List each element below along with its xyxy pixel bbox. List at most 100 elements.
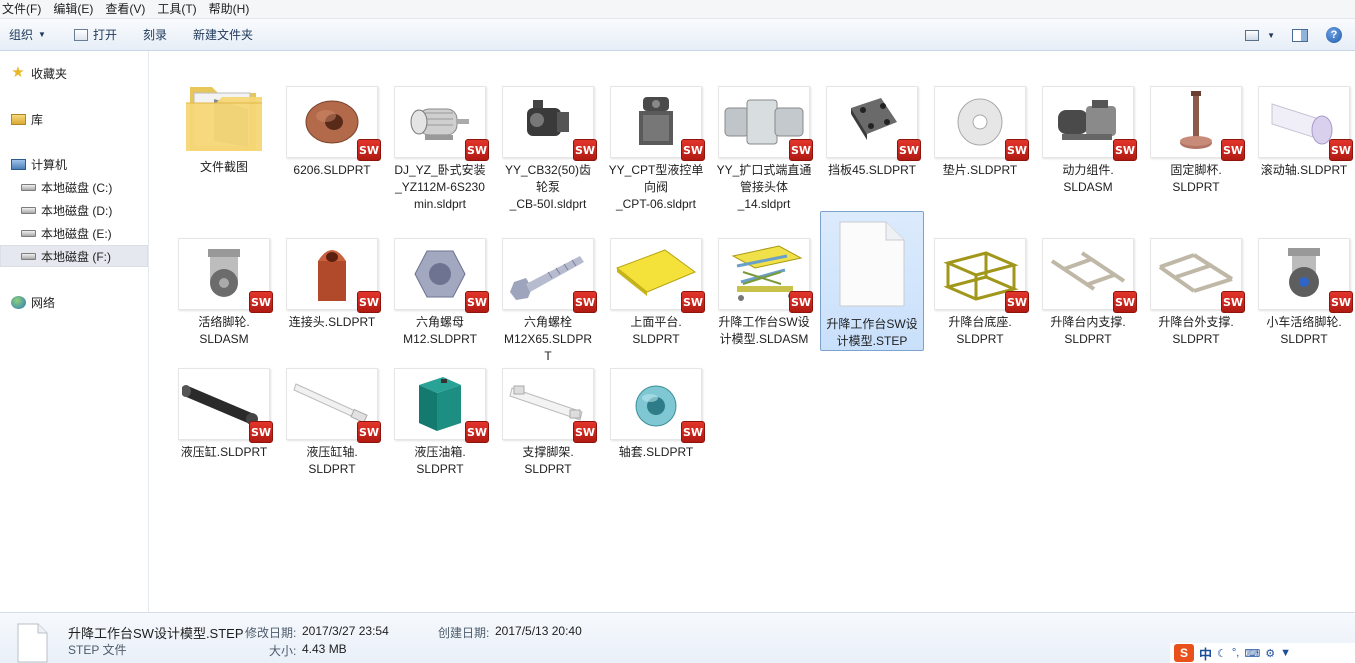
file-item[interactable]: SW YY_扩口式端直通 管接头体 _14.sldprt bbox=[712, 86, 816, 213]
nav-favorites[interactable]: ★ 收藏夹 bbox=[10, 62, 67, 84]
file-name-line: 升降台底座. bbox=[948, 315, 1012, 329]
ime-language[interactable]: 中 bbox=[1199, 644, 1212, 663]
file-item[interactable]: SW 垫片.SLDPRT bbox=[928, 86, 1032, 179]
part-thumbnail-motor: SW bbox=[394, 86, 489, 161]
part-thumbnail-clevis: SW bbox=[286, 238, 381, 313]
organize-button[interactable]: 组织 ▼ bbox=[0, 23, 55, 47]
file-name: 6206.SLDPRT bbox=[280, 162, 384, 179]
file-item[interactable]: SW 支撑脚架. SLDPRT bbox=[496, 368, 600, 478]
part-thumbnail-washer: SW bbox=[934, 86, 1029, 161]
preview-pane-button[interactable] bbox=[1289, 24, 1311, 46]
menu-view[interactable]: 查看(V) bbox=[99, 0, 151, 19]
file-name-line: 上面平台. bbox=[630, 315, 682, 329]
file-name-line: 垫片.SLDPRT bbox=[942, 163, 1018, 177]
file-item[interactable]: SW 挡板45.SLDPRT bbox=[820, 86, 924, 179]
file-item[interactable]: SW 上面平台. SLDPRT bbox=[604, 238, 708, 348]
file-name-line: SLDPRT bbox=[956, 332, 1004, 346]
moon-icon[interactable]: ☾ bbox=[1217, 647, 1227, 660]
file-name-line: 连接头.SLDPRT bbox=[288, 315, 376, 329]
nav-drive-f[interactable]: 本地磁盘 (F:) bbox=[0, 245, 148, 267]
nav-library-label: 库 bbox=[31, 112, 44, 127]
ime-toolbar[interactable]: S 中 ☾ °, ⌨ ⚙ ▼ bbox=[1170, 643, 1355, 663]
file-item[interactable]: SW 固定脚杯. SLDPRT bbox=[1144, 86, 1248, 196]
file-name: 升降工作台SW设 计模型.STEP bbox=[820, 316, 924, 350]
file-name-line: 升降工作台SW设 bbox=[718, 315, 810, 329]
chevron-down-icon[interactable]: ▼ bbox=[1267, 31, 1275, 40]
modified-label: 修改日期: bbox=[245, 626, 297, 640]
file-name-line: min.sldprt bbox=[413, 197, 466, 211]
menu-help[interactable]: 帮助(H) bbox=[203, 0, 256, 19]
file-item[interactable]: SW 滚动轴.SLDPRT bbox=[1252, 86, 1355, 179]
help-icon: ? bbox=[1326, 27, 1342, 43]
drive-icon bbox=[20, 202, 36, 218]
menu-tools[interactable]: 工具(T) bbox=[151, 0, 202, 19]
part-thumbnail-cylinder: SW bbox=[178, 368, 273, 443]
file-item[interactable]: SW 升降台内支撑. SLDPRT bbox=[1036, 238, 1140, 348]
file-item[interactable]: SW 6206.SLDPRT bbox=[280, 86, 384, 179]
skin-icon[interactable]: ▼ bbox=[1280, 647, 1291, 659]
burn-button[interactable]: 刻录 bbox=[134, 23, 176, 47]
change-view-button[interactable] bbox=[1241, 24, 1263, 46]
nav-drive-e[interactable]: 本地磁盘 (E:) bbox=[20, 222, 112, 244]
file-name-line: 计模型.STEP bbox=[836, 334, 908, 348]
file-list[interactable]: 文件截图 SW 6206.SLDPRT SW DJ_YZ_卧式安装 _YZ112M-6S2… bbox=[150, 51, 1355, 612]
file-name-line: _CB-50I.sldprt bbox=[509, 197, 587, 211]
part-thumbnail-sleeve: SW bbox=[610, 368, 705, 443]
keyboard-icon[interactable]: ⌨ bbox=[1244, 647, 1260, 660]
file-name-line: 6206.SLDPRT bbox=[293, 163, 371, 177]
file-item[interactable]: SW 液压缸.SLDPRT bbox=[172, 368, 276, 461]
nav-computer[interactable]: 计算机 bbox=[10, 153, 67, 175]
open-label: 打开 bbox=[92, 28, 117, 42]
file-name: 升降台底座. SLDPRT bbox=[928, 314, 1032, 348]
solidworks-icon: SW bbox=[249, 291, 273, 313]
part-thumbnail-inner: SW bbox=[1042, 238, 1137, 313]
nav-drive-label: 本地磁盘 (D:) bbox=[41, 203, 113, 218]
file-item[interactable]: 升降工作台SW设 计模型.STEP bbox=[820, 211, 924, 351]
file-item[interactable]: SW 轴套.SLDPRT bbox=[604, 368, 708, 461]
settings-icon[interactable]: ⚙ bbox=[1265, 647, 1275, 660]
file-name-line: 六角螺母 bbox=[415, 315, 464, 329]
file-item[interactable]: SW 小车活络脚轮. SLDPRT bbox=[1252, 238, 1355, 348]
file-item[interactable]: SW 液压油箱. SLDPRT bbox=[388, 368, 492, 478]
file-item[interactable]: SW 活络脚轮. SLDASM bbox=[172, 238, 276, 348]
file-item[interactable]: SW 升降台底座. SLDPRT bbox=[928, 238, 1032, 348]
file-name-line: SLDPRT bbox=[416, 462, 464, 476]
file-item[interactable]: SW 连接头.SLDPRT bbox=[280, 238, 384, 331]
nav-network[interactable]: 网络 bbox=[10, 291, 55, 313]
part-thumbnail-plate: SW bbox=[826, 86, 921, 161]
modified-date: 2017/3/27 23:54 bbox=[302, 624, 389, 638]
file-item[interactable]: SW 升降工作台SW设 计模型.SLDASM bbox=[712, 238, 816, 348]
file-item[interactable]: SW 液压缸轴. SLDPRT bbox=[280, 368, 384, 478]
solidworks-icon: SW bbox=[465, 139, 489, 161]
file-name-line: 升降工作台SW设 bbox=[826, 317, 918, 331]
solidworks-icon: SW bbox=[1221, 291, 1245, 313]
created-date: 2017/5/13 20:40 bbox=[495, 624, 582, 638]
file-name-line: SLDPRT bbox=[1172, 332, 1220, 346]
file-item[interactable]: SW 升降台外支撑. SLDPRT bbox=[1144, 238, 1248, 348]
nav-drive-d[interactable]: 本地磁盘 (D:) bbox=[20, 199, 112, 221]
command-bar: 组织 ▼ 打开 刻录 新建文件夹 ▼ ? bbox=[0, 19, 1355, 51]
solidworks-icon: SW bbox=[1005, 139, 1029, 161]
file-name-line: 升降台外支撑. bbox=[1158, 315, 1234, 329]
file-item[interactable]: SW DJ_YZ_卧式安装 _YZ112M-6S230 min.sldprt bbox=[388, 86, 492, 213]
file-name: 连接头.SLDPRT bbox=[280, 314, 384, 331]
file-name-line: 液压缸.SLDPRT bbox=[180, 445, 268, 459]
file-name-line: SLDPRT bbox=[308, 462, 356, 476]
file-item[interactable]: SW 六角螺母 M12.SLDPRT bbox=[388, 238, 492, 348]
size-label: 大小: bbox=[269, 644, 297, 658]
new-folder-button[interactable]: 新建文件夹 bbox=[184, 23, 262, 47]
file-item[interactable]: SW 六角螺栓 M12X65.SLDPR T bbox=[496, 238, 600, 365]
menu-edit[interactable]: 编辑(E) bbox=[47, 0, 99, 19]
nav-drive-c[interactable]: 本地磁盘 (C:) bbox=[20, 176, 112, 198]
punctuation-icon[interactable]: °, bbox=[1232, 647, 1239, 659]
file-name-line: 动力组件. bbox=[1062, 163, 1114, 177]
file-item[interactable]: 文件截图 bbox=[172, 59, 276, 176]
file-name-line: 小车活络脚轮. bbox=[1266, 315, 1342, 329]
menu-file[interactable]: 文件(F) bbox=[0, 0, 47, 19]
help-button[interactable]: ? bbox=[1323, 24, 1345, 46]
file-item[interactable]: SW 动力组件. SLDASM bbox=[1036, 86, 1140, 196]
open-button[interactable]: 打开 bbox=[65, 23, 126, 47]
nav-library[interactable]: 库 bbox=[10, 108, 43, 130]
file-item[interactable]: SW YY_CB32(50)齿 轮泵 _CB-50I.sldprt bbox=[496, 86, 600, 213]
file-item[interactable]: SW YY_CPT型液控单 向阀 _CPT-06.sldprt bbox=[604, 86, 708, 213]
